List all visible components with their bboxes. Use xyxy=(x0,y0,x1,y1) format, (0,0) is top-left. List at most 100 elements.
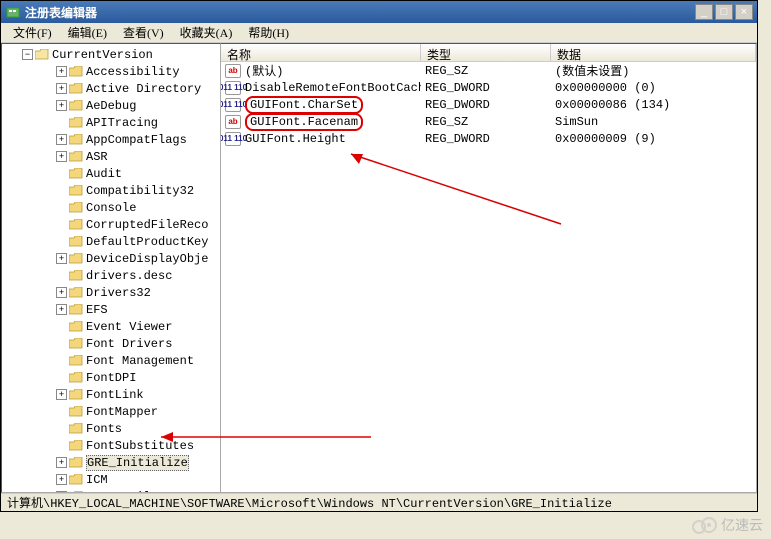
tree-item[interactable]: FontMapper xyxy=(2,403,220,420)
tree-item[interactable]: + AeDebug xyxy=(2,97,220,114)
cell-type: REG_DWORD xyxy=(421,98,551,112)
value-binary-icon: 011 110 xyxy=(225,98,241,112)
folder-icon xyxy=(69,168,83,180)
folder-icon xyxy=(69,100,83,112)
tree-label: Font Management xyxy=(86,354,194,368)
expander-icon[interactable]: + xyxy=(56,253,67,264)
expander-icon[interactable]: + xyxy=(56,100,67,111)
tree-item[interactable]: Fonts xyxy=(2,420,220,437)
folder-icon xyxy=(69,406,83,418)
minimize-button[interactable]: _ xyxy=(695,4,713,20)
tree-item[interactable]: DefaultProductKey xyxy=(2,233,220,250)
status-path: 计算机\HKEY_LOCAL_MACHINE\SOFTWARE\Microsof… xyxy=(7,494,612,511)
expander-icon[interactable]: + xyxy=(56,83,67,94)
tree-label: AeDebug xyxy=(86,99,136,113)
tree-item[interactable]: Event Viewer xyxy=(2,318,220,335)
folder-icon xyxy=(69,321,83,333)
folder-icon xyxy=(69,355,83,367)
tree-item[interactable]: +Drivers32 xyxy=(2,284,220,301)
menu-favorites[interactable]: 收藏夹(A) xyxy=(172,22,241,43)
tree-label: CorruptedFileReco xyxy=(86,218,208,232)
tree-label: Accessibility xyxy=(86,65,180,79)
tree-item[interactable]: + Active Directory xyxy=(2,80,220,97)
folder-icon xyxy=(69,202,83,214)
tree-item[interactable]: +FontLink xyxy=(2,386,220,403)
tree-item[interactable]: + ICM xyxy=(2,471,220,488)
cell-data: (数值未设置) xyxy=(551,62,756,79)
tree-label: DefaultProductKey xyxy=(86,235,208,249)
col-header-type[interactable]: 类型 xyxy=(421,44,551,61)
expander-icon[interactable]: + xyxy=(56,304,67,315)
folder-icon xyxy=(69,270,83,282)
tree-item[interactable]: Console xyxy=(2,199,220,216)
tree-label: FontMapper xyxy=(86,405,158,419)
tree-item[interactable]: Audit xyxy=(2,165,220,182)
expander-icon[interactable]: − xyxy=(22,49,33,60)
cell-data: 0x00000086 (134) xyxy=(551,98,756,112)
menu-file[interactable]: 文件(F) xyxy=(5,22,60,43)
tree-item[interactable]: Font Drivers xyxy=(2,335,220,352)
tree-item[interactable]: FontDPI xyxy=(2,369,220,386)
value-string-icon: ab xyxy=(225,64,241,78)
folder-icon xyxy=(69,134,83,146)
list-header: 名称 类型 数据 xyxy=(221,44,756,62)
menu-help[interactable]: 帮助(H) xyxy=(240,22,297,43)
tree-item[interactable]: +Image File Execut xyxy=(2,488,220,493)
expander-icon[interactable]: + xyxy=(56,474,67,485)
folder-icon xyxy=(69,66,83,78)
tree-label: DeviceDisplayObje xyxy=(86,252,208,266)
tree-item[interactable]: +EFS xyxy=(2,301,220,318)
list-row[interactable]: abGUIFont.FacenamREG_SZSimSun xyxy=(221,113,756,130)
list-row[interactable]: 011 110DisableRemoteFontBootCacheREG_DWO… xyxy=(221,79,756,96)
tree-label: Font Drivers xyxy=(86,337,172,351)
menu-edit[interactable]: 编辑(E) xyxy=(60,22,115,43)
tree-label: CurrentVersion xyxy=(52,48,153,62)
list-row[interactable]: ab(默认)REG_SZ(数值未设置) xyxy=(221,62,756,79)
tree-label: Compatibility32 xyxy=(86,184,194,198)
list-pane[interactable]: 名称 类型 数据 ab(默认)REG_SZ(数值未设置)011 110Disab… xyxy=(221,43,757,493)
col-header-data[interactable]: 数据 xyxy=(551,44,756,61)
folder-icon xyxy=(69,491,83,494)
folder-icon xyxy=(69,185,83,197)
expander-icon[interactable]: + xyxy=(56,389,67,400)
expander-icon[interactable]: + xyxy=(56,457,67,468)
value-string-icon: ab xyxy=(225,115,241,129)
expander-icon[interactable]: + xyxy=(56,287,67,298)
tree-item[interactable]: FontSubstitutes xyxy=(2,437,220,454)
close-button[interactable]: × xyxy=(735,4,753,20)
tree-item[interactable]: APITracing xyxy=(2,114,220,131)
expander-icon[interactable]: + xyxy=(56,66,67,77)
watermark-text: 亿速云 xyxy=(721,515,763,535)
value-binary-icon: 011 110 xyxy=(225,81,241,95)
list-row[interactable]: 011 110GUIFont.HeightREG_DWORD0x00000009… xyxy=(221,130,756,147)
tree-item[interactable]: + ASR xyxy=(2,148,220,165)
tree-label: Console xyxy=(86,201,136,215)
tree-item[interactable]: CorruptedFileReco xyxy=(2,216,220,233)
tree-label: Event Viewer xyxy=(86,320,172,334)
tree-label: Active Directory xyxy=(86,82,201,96)
folder-open-icon xyxy=(35,49,49,61)
maximize-button[interactable]: □ xyxy=(715,4,733,20)
tree-item[interactable]: drivers.desc xyxy=(2,267,220,284)
cell-type: REG_DWORD xyxy=(421,132,551,146)
tree-pane[interactable]: − CurrentVersion + Accessibility + Active Dir… xyxy=(1,43,221,493)
tree-item[interactable]: +AppCompatFlags xyxy=(2,131,220,148)
col-header-name[interactable]: 名称 xyxy=(221,44,421,61)
tree-item-root[interactable]: − CurrentVersion xyxy=(2,46,220,63)
expander-icon[interactable]: + xyxy=(56,134,67,145)
tree-label: FontSubstitutes xyxy=(86,439,194,453)
tree-label: ICM xyxy=(86,473,108,487)
list-row[interactable]: 011 110GUIFont.CharSetREG_DWORD0x0000008… xyxy=(221,96,756,113)
tree-item[interactable]: + DeviceDisplayObje xyxy=(2,250,220,267)
tree-item[interactable]: Font Management xyxy=(2,352,220,369)
expander-icon[interactable]: + xyxy=(56,151,67,162)
tree-item[interactable]: Compatibility32 xyxy=(2,182,220,199)
tree-item[interactable]: +GRE_Initialize xyxy=(2,454,220,471)
folder-icon xyxy=(69,372,83,384)
tree-item[interactable]: + Accessibility xyxy=(2,63,220,80)
title-bar: 注册表编辑器 _ □ × xyxy=(1,1,757,23)
menu-view[interactable]: 查看(V) xyxy=(115,22,172,43)
folder-icon xyxy=(69,304,83,316)
tree-label: ASR xyxy=(86,150,108,164)
expander-icon[interactable]: + xyxy=(56,491,67,493)
